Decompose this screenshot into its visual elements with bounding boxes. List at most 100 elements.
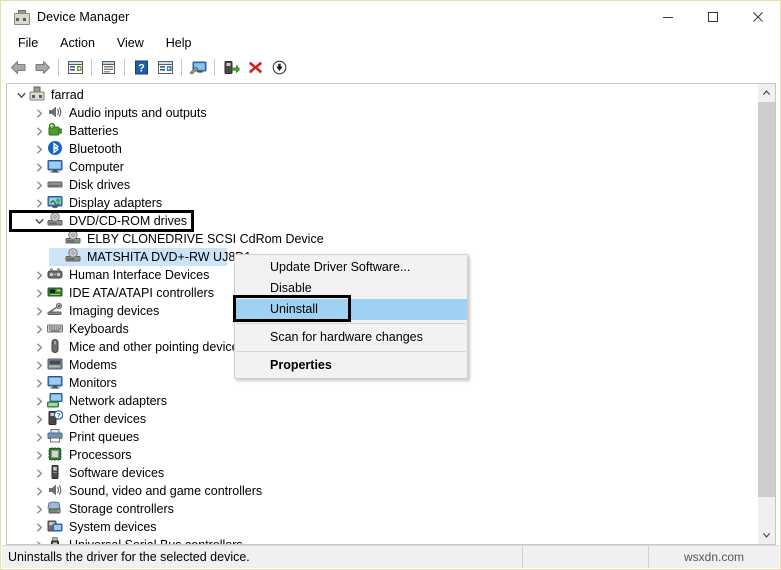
tree-row[interactable]: DVD/CD-ROM drives	[7, 212, 758, 230]
close-button[interactable]	[735, 1, 780, 33]
help-question-icon[interactable]: ?	[129, 56, 153, 78]
chevron-right-icon[interactable]	[31, 464, 47, 482]
tree-row[interactable]: ? Other devices	[7, 410, 758, 428]
red-x-icon[interactable]	[243, 56, 267, 78]
chevron-right-icon[interactable]	[31, 338, 47, 356]
tree-row-label: Audio inputs and outputs	[69, 106, 207, 120]
storage-controller-icon	[47, 500, 65, 518]
chevron-right-icon[interactable]	[31, 320, 47, 338]
status-bar: Uninstalls the driver for the selected d…	[2, 545, 779, 568]
tree-row[interactable]: MATSHITA DVD+-RW UJ8D1	[49, 248, 251, 266]
tree-row[interactable]: Software devices	[7, 464, 758, 482]
vertical-scrollbar[interactable]	[757, 84, 775, 544]
tree-row-label: Computer	[69, 160, 124, 174]
scroll-down-button[interactable]	[758, 527, 775, 544]
menu-file[interactable]: File	[7, 34, 49, 53]
svg-text:?: ?	[138, 62, 145, 74]
monitor-scan-icon[interactable]	[186, 56, 210, 78]
chevron-right-icon[interactable]	[31, 482, 47, 500]
tree-row-label: System devices	[69, 520, 157, 534]
properties-panel-icon[interactable]	[96, 56, 120, 78]
chevron-right-icon[interactable]	[31, 140, 47, 158]
tree-row[interactable]: Batteries	[7, 122, 758, 140]
tree-row-label: Batteries	[69, 124, 119, 138]
window-play-icon[interactable]	[153, 56, 177, 78]
tree-row[interactable]: farrad	[7, 86, 758, 104]
maximize-button[interactable]	[690, 1, 735, 33]
chevron-right-icon[interactable]	[31, 302, 47, 320]
tree-row[interactable]: ELBY CLONEDRIVE SCSI CdRom Device	[7, 230, 758, 248]
processor-icon	[47, 446, 65, 464]
tree-row-label: Human Interface Devices	[69, 268, 210, 282]
tree-row[interactable]: Processors	[7, 446, 758, 464]
chevron-right-icon[interactable]	[31, 284, 47, 302]
window-list-icon[interactable]	[63, 56, 87, 78]
back-arrow-icon[interactable]	[6, 56, 30, 78]
tree-row[interactable]: Storage controllers	[7, 500, 758, 518]
tree-row-label: DVD/CD-ROM drives	[69, 214, 188, 228]
chevron-right-icon[interactable]	[31, 410, 47, 428]
tree-row-label: ELBY CLONEDRIVE SCSI CdRom Device	[87, 232, 324, 246]
optical-drive-icon	[65, 230, 83, 248]
mouse-icon	[47, 338, 65, 356]
context-menu-item-scan-for-hardware-changes[interactable]: Scan for hardware changes	[235, 327, 467, 348]
tree-row-label: Storage controllers	[69, 502, 174, 516]
tree-row[interactable]: Computer	[7, 158, 758, 176]
toolbar-separator	[181, 58, 182, 76]
tree-row-label: IDE ATA/ATAPI controllers	[69, 286, 214, 300]
chevron-right-icon[interactable]	[31, 392, 47, 410]
context-menu-item-disable[interactable]: Disable	[235, 278, 467, 299]
menu-help[interactable]: Help	[155, 34, 203, 53]
context-menu-item-update-driver-software[interactable]: Update Driver Software...	[235, 257, 467, 278]
toolbar: ?	[1, 54, 780, 81]
tree-row-label: Network adapters	[69, 394, 167, 408]
optical-drive-icon	[47, 212, 65, 230]
tree-row[interactable]: Display adapters	[7, 194, 758, 212]
tree-row[interactable]: Universal Serial Bus controllers	[7, 536, 758, 544]
tree-row[interactable]: Print queues	[7, 428, 758, 446]
chevron-right-icon[interactable]	[31, 428, 47, 446]
tree-row[interactable]: Sound, video and game controllers	[7, 482, 758, 500]
chevron-right-icon[interactable]	[31, 104, 47, 122]
window-controls	[645, 1, 780, 33]
chevron-right-icon[interactable]	[31, 536, 47, 544]
context-menu-item-uninstall[interactable]: Uninstall	[235, 299, 467, 320]
menu-action[interactable]: Action	[49, 34, 106, 53]
tree-row[interactable]: Network adapters	[7, 392, 758, 410]
context-menu[interactable]: Update Driver Software... Disable Uninstal…	[234, 254, 468, 379]
chevron-right-icon[interactable]	[31, 266, 47, 284]
chevron-right-icon[interactable]	[31, 356, 47, 374]
unknown-device-icon: ?	[47, 410, 65, 428]
computer-root-icon	[29, 86, 47, 104]
chevron-down-icon[interactable]	[31, 212, 47, 230]
forward-arrow-icon[interactable]	[30, 56, 54, 78]
chevron-right-icon[interactable]	[31, 518, 47, 536]
chevron-right-icon[interactable]	[31, 122, 47, 140]
down-arrow-circle-icon[interactable]	[267, 56, 291, 78]
speaker-icon	[47, 482, 65, 500]
chevron-right-icon[interactable]	[31, 194, 47, 212]
tree-row-label: Universal Serial Bus controllers	[69, 536, 243, 544]
tree-row[interactable]: System devices	[7, 518, 758, 536]
speaker-icon	[47, 104, 65, 122]
menu-view[interactable]: View	[106, 34, 155, 53]
chevron-right-icon[interactable]	[31, 446, 47, 464]
tree-row-label: Monitors	[69, 376, 117, 390]
monitor-icon	[47, 158, 65, 176]
scrollbar-thumb[interactable]	[758, 102, 775, 497]
tree-row-label: Processors	[69, 448, 132, 462]
chevron-right-icon[interactable]	[31, 176, 47, 194]
title-bar: Device Manager	[1, 1, 780, 33]
green-driver-icon[interactable]	[219, 56, 243, 78]
tree-row[interactable]: Bluetooth	[7, 140, 758, 158]
tree-row[interactable]: Audio inputs and outputs	[7, 104, 758, 122]
chevron-down-icon[interactable]	[13, 86, 29, 104]
minimize-button[interactable]	[645, 1, 690, 33]
chevron-right-icon[interactable]	[31, 374, 47, 392]
chevron-right-icon[interactable]	[31, 500, 47, 518]
scroll-up-button[interactable]	[758, 84, 775, 101]
chevron-right-icon[interactable]	[31, 158, 47, 176]
context-menu-item-properties[interactable]: Properties	[235, 355, 467, 376]
tree-row[interactable]: Disk drives	[7, 176, 758, 194]
network-adapter-icon	[47, 392, 65, 410]
